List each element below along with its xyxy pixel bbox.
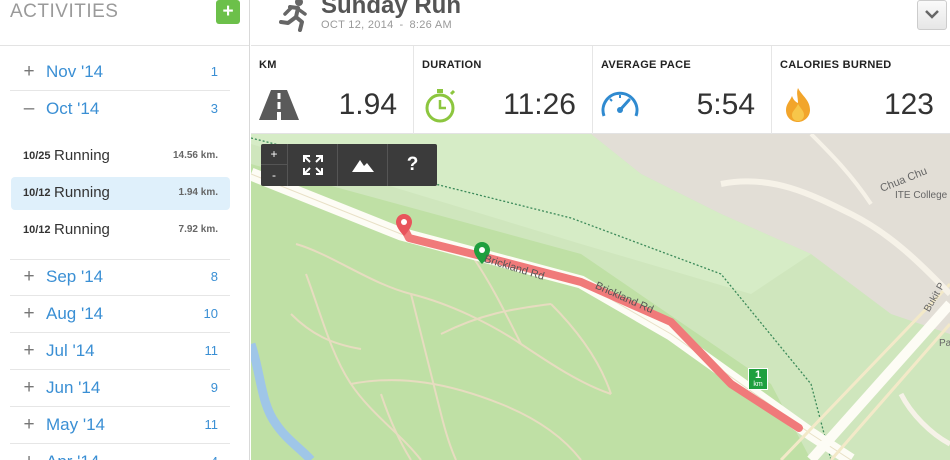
month-count: 11 — [204, 417, 219, 432]
expand-icon: + — [23, 303, 35, 324]
activity-type: Running — [54, 147, 110, 164]
route-map[interactable]: Brickland Rd Brickland Rd Chua Chu ITE C… — [251, 134, 950, 460]
map-controls: + - ? — [261, 144, 437, 186]
stat-distance: KM 1.94 — [251, 46, 414, 134]
month-label: Jun '14 — [46, 378, 101, 397]
stat-label: DURATION — [422, 59, 482, 71]
month-count: 11 — [204, 343, 219, 358]
activity-date-text: OCT 12, 2014 — [321, 19, 394, 31]
flame-icon — [786, 88, 810, 122]
km-marker-unit: km — [753, 381, 763, 388]
mountain-icon — [351, 160, 374, 172]
month-label: Apr '14 — [46, 452, 99, 460]
month-count: 1 — [210, 64, 218, 79]
stopwatch-icon — [425, 89, 456, 123]
runner-icon — [279, 0, 307, 32]
month-label: Sep '14 — [46, 267, 104, 286]
activity-item-selected[interactable]: 10/12 Running 1.94 km. — [11, 177, 230, 210]
month-nov-14[interactable]: + Nov '14 1 — [10, 54, 230, 91]
expand-icon: + — [23, 266, 35, 287]
sidebar-header: ACTIVITIES + — [0, 0, 249, 46]
stat-label: CALORIES BURNED — [780, 59, 892, 71]
activity-time-text: 8:26 AM — [409, 19, 452, 31]
activity-menu-button[interactable] — [917, 0, 947, 30]
collapse-icon: – — [23, 98, 35, 119]
month-label: Aug '14 — [46, 304, 104, 323]
terrain-button[interactable] — [337, 144, 387, 186]
add-activity-button[interactable]: + — [216, 0, 240, 24]
place-label: ITE College — [895, 190, 948, 201]
expand-arrows-icon — [302, 155, 323, 175]
month-label: Nov '14 — [46, 62, 104, 81]
month-apr-14[interactable]: + Apr '14 4 — [10, 444, 230, 460]
help-button[interactable]: ? — [387, 144, 437, 186]
zoom-in-button[interactable]: + — [261, 144, 287, 165]
stat-label: KM — [259, 59, 277, 71]
activity-item[interactable]: 10/25 Running 14.56 km. — [11, 140, 230, 173]
sidebar-title: ACTIVITIES — [10, 1, 119, 22]
km-marker-number: 1 — [754, 369, 762, 381]
month-count: 4 — [211, 454, 218, 460]
place-label: Pa — [939, 338, 950, 349]
stat-value: 11:26 — [503, 88, 576, 121]
zoom-out-button[interactable]: - — [261, 165, 287, 186]
speedometer-icon — [601, 91, 639, 117]
expand-icon: + — [22, 452, 36, 460]
stat-pace: AVERAGE PACE 5:54 — [593, 46, 772, 134]
stat-duration: DURATION 11:26 — [414, 46, 593, 134]
activity-distance: 1.94 km. — [178, 187, 218, 198]
datetime-separator: - — [399, 19, 404, 31]
expand-icon: + — [23, 377, 35, 398]
expand-icon: + — [23, 61, 35, 82]
activity-header: Sunday Run OCT 12, 2014-8:26 AM — [251, 0, 950, 46]
stat-value: 1.94 — [338, 88, 397, 121]
app-window: ACTIVITIES + + Nov '14 1 – Oct '14 3 10/… — [0, 0, 950, 460]
month-label: May '14 — [46, 415, 105, 434]
fullscreen-button[interactable] — [287, 144, 337, 186]
stat-value: 5:54 — [696, 88, 755, 121]
stat-calories: CALORIES BURNED 123 — [772, 46, 950, 134]
month-label: Jul '14 — [46, 341, 95, 360]
activity-item[interactable]: 10/12 Running 7.92 km. — [11, 214, 230, 247]
activities-sidebar: ACTIVITIES + + Nov '14 1 – Oct '14 3 10/… — [0, 0, 250, 460]
stats-bar: KM 1.94 DURATION 11:26 AVERAGE PACE 5:54… — [251, 46, 950, 134]
stat-label: AVERAGE PACE — [601, 59, 691, 71]
activity-datetime: OCT 12, 2014-8:26 AM — [321, 19, 452, 31]
expand-icon: + — [23, 414, 35, 435]
month-sep-14[interactable]: + Sep '14 8 — [10, 259, 230, 296]
activity-distance: 7.92 km. — [178, 224, 218, 235]
month-count: 8 — [210, 269, 218, 284]
month-count: 10 — [203, 306, 218, 321]
activity-distance: 14.56 km. — [172, 150, 218, 161]
month-oct-14[interactable]: – Oct '14 3 — [10, 91, 230, 128]
activity-date: 10/12 — [23, 187, 51, 199]
road-icon — [259, 90, 299, 120]
month-jun-14[interactable]: + Jun '14 9 — [10, 370, 230, 407]
month-jul-14[interactable]: + Jul '14 11 — [10, 333, 230, 370]
expand-icon: + — [23, 340, 35, 361]
month-may-14[interactable]: + May '14 11 — [10, 407, 230, 444]
activity-type: Running — [54, 221, 110, 238]
month-count: 3 — [210, 101, 218, 116]
month-aug-14[interactable]: + Aug '14 10 — [10, 296, 230, 333]
chevron-down-icon — [925, 10, 939, 19]
activity-type: Running — [54, 184, 110, 201]
activity-title: Sunday Run — [321, 0, 462, 19]
month-count: 9 — [210, 380, 218, 395]
activity-date: 10/12 — [23, 224, 51, 236]
month-label: Oct '14 — [46, 99, 100, 118]
stat-value: 123 — [883, 88, 934, 121]
activity-date: 10/25 — [23, 150, 51, 162]
km-marker[interactable]: 1 km — [748, 368, 768, 390]
